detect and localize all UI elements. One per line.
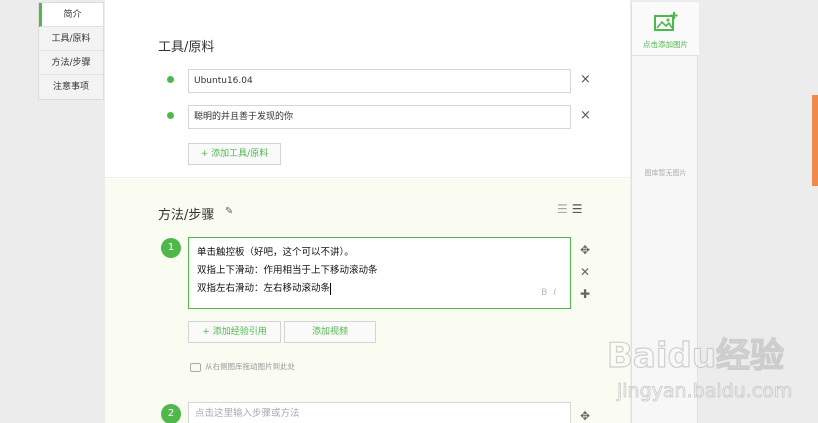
bullet-icon: [167, 112, 174, 119]
add-reference-button[interactable]: + 添加经验引用: [188, 321, 281, 343]
step-number-badge: 1: [161, 238, 181, 258]
delete-step-icon[interactable]: ✕: [580, 261, 590, 283]
add-image-button[interactable]: 点击添加图片: [632, 2, 699, 56]
nav-item-intro[interactable]: 简介: [39, 3, 103, 27]
remove-icon[interactable]: ×: [580, 108, 591, 123]
add-image-icon: [653, 12, 677, 31]
move-icon[interactable]: ✥: [580, 405, 590, 423]
baidu-watermark: Baidu经验 jingyan.baidu.com: [606, 335, 792, 402]
add-image-label: 点击添加图片: [643, 40, 688, 49]
nav-item-notes[interactable]: 注意事项: [39, 75, 103, 99]
step-line: 单击触控板（好吧，这个可以不讲）。: [197, 247, 354, 258]
format-buttons: BI: [541, 284, 562, 302]
step-line: 双指左右滑动：左右移动滚动条: [197, 282, 332, 295]
editor-main: 工具/原料 Ubuntu16.04 × 聪明的并且善于发现的你 × + 添加工具…: [105, 0, 630, 423]
step-number-badge: 2: [161, 404, 181, 423]
remove-icon[interactable]: ×: [580, 72, 591, 87]
steps-title: 方法/步骤: [158, 208, 215, 223]
step-1-actions: ✥ ✕ ✚: [580, 239, 590, 305]
image-icon: [190, 362, 201, 372]
steps-section: 方法/步骤 ✎ ☰☰ 1 单击触控板（好吧，这个可以不讲）。 双指上下滑动：作用…: [105, 179, 630, 423]
step-line: 双指上下滑动：作用相当于上下移动滚动条: [197, 265, 378, 276]
drag-image-hint: 从右侧图库拖动图片到此处: [190, 361, 295, 372]
feedback-tab[interactable]: [812, 95, 818, 186]
tool-row: 聪明的并且善于发现的你 ×: [167, 105, 597, 129]
tool-input[interactable]: Ubuntu16.04: [188, 69, 571, 93]
pencil-icon[interactable]: ✎: [225, 206, 233, 217]
bold-button[interactable]: B: [541, 288, 553, 298]
tools-section: 工具/原料 Ubuntu16.04 × 聪明的并且善于发现的你 × + 添加工具…: [105, 0, 630, 178]
step-2-input[interactable]: 点击这里输入步骤或方法: [188, 402, 571, 423]
add-step-icon[interactable]: ✚: [580, 283, 590, 305]
watermark-url: jingyan.baidu.com: [616, 380, 792, 402]
bullet-icon: [167, 76, 174, 83]
tool-input[interactable]: 聪明的并且善于发现的你: [188, 105, 571, 129]
bullet-list-icon[interactable]: ☰: [572, 202, 587, 216]
tool-row: Ubuntu16.04 ×: [167, 69, 597, 93]
nav-item-steps[interactable]: 方法/步骤: [39, 51, 103, 75]
move-icon[interactable]: ✥: [580, 239, 590, 261]
list-style-switcher: ☰☰: [557, 202, 587, 216]
gallery-empty-text: 图库暂无图片: [644, 169, 687, 177]
add-tool-button[interactable]: + 添加工具/原料: [188, 143, 281, 165]
tools-title: 工具/原料: [158, 40, 215, 55]
step-2-actions: ✥: [580, 405, 590, 423]
add-video-button[interactable]: 添加视频: [284, 321, 376, 343]
text-caret: [330, 282, 332, 295]
ordered-list-icon[interactable]: ☰: [557, 202, 572, 216]
italic-button[interactable]: I: [553, 288, 562, 298]
watermark-brand: Baidu经验: [607, 336, 784, 376]
step-1-editor[interactable]: 单击触控板（好吧，这个可以不讲）。 双指上下滑动：作用相当于上下移动滚动条 双指…: [188, 237, 571, 309]
left-nav: 简介 工具/原料 方法/步骤 注意事项: [38, 2, 104, 100]
nav-item-tools[interactable]: 工具/原料: [39, 27, 103, 51]
